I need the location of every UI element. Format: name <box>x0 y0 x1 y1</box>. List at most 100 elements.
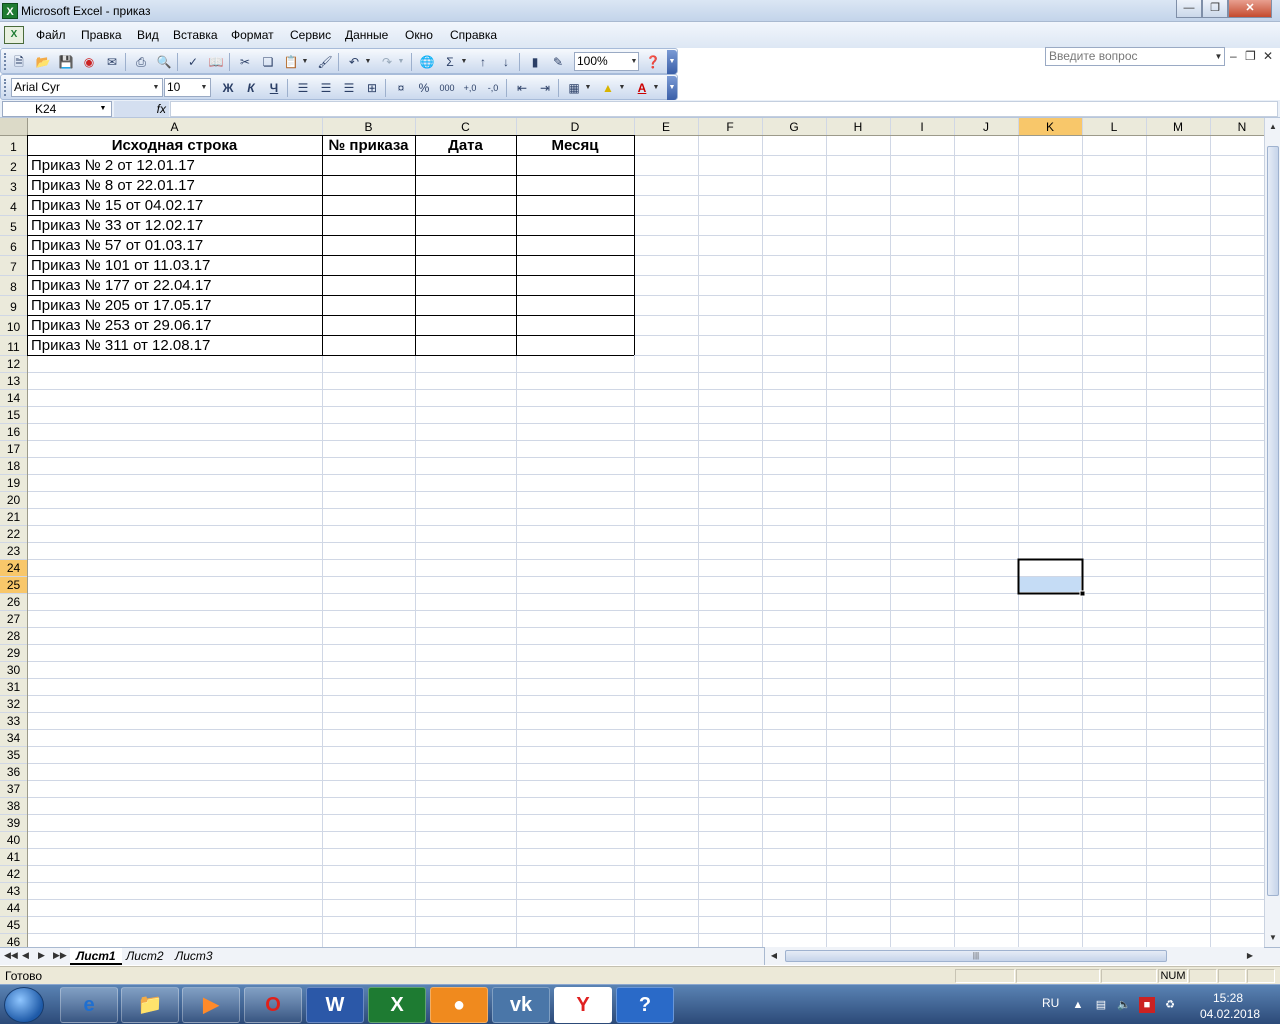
scroll-left-icon[interactable]: ◀ <box>767 949 781 963</box>
chevron-down-icon[interactable]: ▼ <box>364 53 372 71</box>
document-icon[interactable]: X <box>4 26 24 44</box>
font-color-icon[interactable]: A <box>633 79 651 97</box>
menu-window[interactable]: Окно <box>405 27 433 43</box>
language-indicator[interactable]: RU <box>1042 996 1059 1010</box>
menu-edit[interactable]: Правка <box>81 27 122 43</box>
print-icon[interactable]: ⎙ <box>132 53 150 71</box>
doc-close-button[interactable]: ✕ <box>1263 49 1273 63</box>
font-name-select[interactable]: Arial Cyr <box>11 78 163 97</box>
permission-icon[interactable]: ◉ <box>80 53 98 71</box>
next-sheet-icon[interactable]: ▶ <box>38 950 45 961</box>
chevron-down-icon[interactable]: ▼ <box>1212 47 1225 66</box>
word-icon[interactable]: W <box>306 987 364 1023</box>
menu-tools[interactable]: Сервис <box>290 27 331 43</box>
toolbar-options-button[interactable]: ▼ <box>667 76 677 100</box>
redo-icon[interactable]: ↷ <box>378 53 396 71</box>
format-painter-icon[interactable]: 🖌 <box>316 53 334 71</box>
research-icon[interactable]: 📖 <box>207 53 225 71</box>
paste-icon[interactable]: 📋 <box>282 53 300 71</box>
scroll-down-icon[interactable]: ▼ <box>1266 931 1280 945</box>
clock-time[interactable]: 15:28 <box>1200 991 1256 1005</box>
thousands-icon[interactable]: 000 <box>438 79 456 97</box>
help-question-input[interactable]: Введите вопрос <box>1045 47 1225 66</box>
cell-grid[interactable]: A B C D E F G H I J K L M N12345678910111213141516171… <box>0 118 1264 947</box>
merge-center-icon[interactable]: ⊞ <box>363 79 381 97</box>
sort-descending-icon[interactable]: ↓ <box>497 53 515 71</box>
new-document-icon[interactable]: 🗎 <box>10 53 28 71</box>
menu-insert[interactable]: Вставка <box>173 27 218 43</box>
decrease-indent-icon[interactable]: ⇤ <box>513 79 531 97</box>
start-button[interactable] <box>4 987 44 1023</box>
restore-button[interactable]: ❐ <box>1202 0 1228 18</box>
insert-function-icon[interactable]: fx <box>114 101 169 117</box>
vk-icon[interactable]: vk <box>492 987 550 1023</box>
scroll-right-icon[interactable]: ▶ <box>1243 949 1257 963</box>
sheet-tab-2[interactable]: Лист2 <box>120 948 170 965</box>
bold-icon[interactable]: Ж <box>219 79 237 97</box>
network-icon[interactable]: ▤ <box>1093 997 1109 1013</box>
decrease-decimal-icon[interactable]: -,0 <box>484 79 502 97</box>
worksheet-grid[interactable]: A B C D E F G H I J K L M N 1 2 3 4 5 6 7 8 9 10 11 12 13 14 15 16 17 1… <box>0 118 1264 947</box>
horizontal-scrollbar[interactable]: ◀ ||| ▶ <box>764 947 1264 965</box>
vertical-scroll-thumb[interactable] <box>1267 146 1279 896</box>
menu-help[interactable]: Справка <box>450 27 497 43</box>
help-center-icon[interactable]: ? <box>616 987 674 1023</box>
excel-icon[interactable]: X <box>368 987 426 1023</box>
chevron-down-icon[interactable]: ▼ <box>151 78 161 97</box>
folder-icon[interactable]: 📁 <box>121 987 179 1023</box>
toolbar-options-button[interactable]: ▼ <box>667 50 677 74</box>
menu-file[interactable]: Файл <box>36 27 66 43</box>
increase-decimal-icon[interactable]: +,0 <box>461 79 479 97</box>
chevron-down-icon[interactable]: ▼ <box>584 79 592 97</box>
copy-icon[interactable]: ❏ <box>259 53 277 71</box>
chevron-down-icon[interactable]: ▼ <box>199 78 209 97</box>
antivirus-icon[interactable]: ■ <box>1139 997 1155 1013</box>
help-icon[interactable]: ❓ <box>644 53 662 71</box>
menu-view[interactable]: Вид <box>137 27 159 43</box>
save-icon[interactable]: 💾 <box>57 53 75 71</box>
cut-icon[interactable]: ✂ <box>236 53 254 71</box>
chevron-down-icon[interactable]: ▼ <box>652 79 660 97</box>
scroll-up-icon[interactable]: ▲ <box>1266 120 1280 134</box>
close-button[interactable]: ✕ <box>1228 0 1272 18</box>
formula-input[interactable] <box>170 101 1278 117</box>
first-sheet-icon[interactable]: ◀◀ <box>4 950 18 961</box>
media-player-icon[interactable]: ▶ <box>182 987 240 1023</box>
doc-restore-button[interactable]: ❐ <box>1245 49 1256 63</box>
tray-expand-icon[interactable]: ▲ <box>1070 997 1086 1013</box>
ie-icon[interactable]: e <box>60 987 118 1023</box>
percent-icon[interactable]: % <box>415 79 433 97</box>
align-right-icon[interactable]: ☰ <box>340 79 358 97</box>
chart-wizard-icon[interactable]: ▮ <box>526 53 544 71</box>
sort-ascending-icon[interactable]: ↑ <box>474 53 492 71</box>
chevron-down-icon[interactable]: ▼ <box>96 101 110 117</box>
odnoklassniki-icon[interactable]: ● <box>430 987 488 1023</box>
prev-sheet-icon[interactable]: ◀ <box>22 950 29 961</box>
sheet-tab-1[interactable]: Лист1 <box>70 948 122 965</box>
align-left-icon[interactable]: ☰ <box>294 79 312 97</box>
update-icon[interactable]: ♻ <box>1162 997 1178 1013</box>
last-sheet-icon[interactable]: ▶▶ <box>53 950 67 961</box>
undo-icon[interactable]: ↶ <box>345 53 363 71</box>
borders-icon[interactable]: ▦ <box>565 79 583 97</box>
drawing-icon[interactable]: ✎ <box>549 53 567 71</box>
align-center-icon[interactable]: ☰ <box>317 79 335 97</box>
menu-format[interactable]: Формат <box>231 27 274 43</box>
italic-icon[interactable]: К <box>242 79 260 97</box>
chevron-down-icon[interactable]: ▼ <box>460 53 468 71</box>
print-preview-icon[interactable]: 🔍 <box>155 53 173 71</box>
fill-color-icon[interactable]: ▲ <box>599 79 617 97</box>
hyperlink-icon[interactable]: 🌐 <box>418 53 436 71</box>
email-icon[interactable]: ✉ <box>103 53 121 71</box>
yandex-icon[interactable]: Y <box>554 987 612 1023</box>
chevron-down-icon[interactable]: ▼ <box>618 79 626 97</box>
toolbar-grip[interactable] <box>4 53 7 70</box>
spelling-icon[interactable]: ✓ <box>184 53 202 71</box>
horizontal-scroll-thumb[interactable]: ||| <box>785 950 1167 962</box>
select-all-corner[interactable] <box>0 118 27 135</box>
increase-indent-icon[interactable]: ⇥ <box>536 79 554 97</box>
clock-date[interactable]: 04.02.2018 <box>1200 1007 1260 1021</box>
volume-icon[interactable]: 🔈 <box>1116 997 1132 1013</box>
menu-data[interactable]: Данные <box>345 27 388 43</box>
opera-icon[interactable]: O <box>244 987 302 1023</box>
